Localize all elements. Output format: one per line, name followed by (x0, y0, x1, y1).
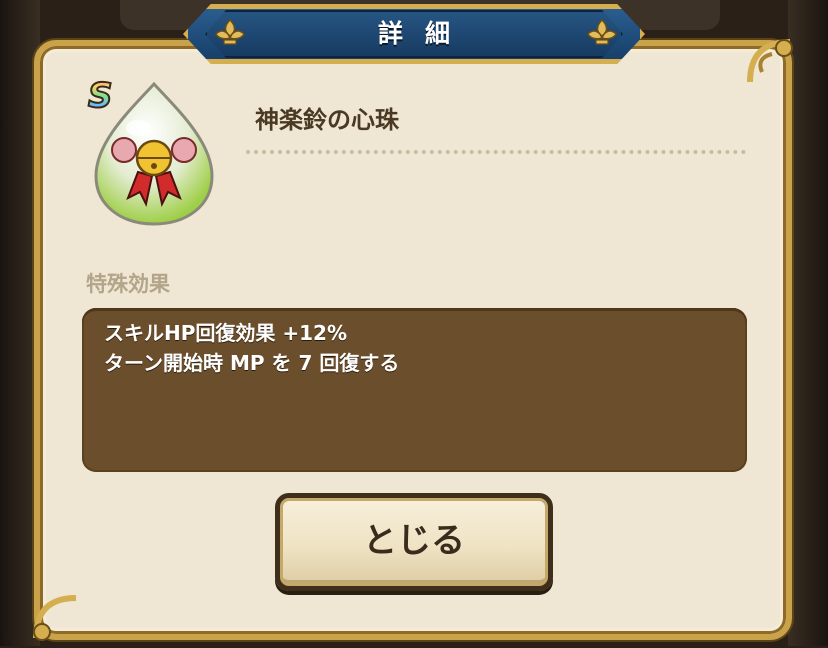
background-right (788, 0, 828, 646)
effect-line: ターン開始時 MP を 7 回復する (104, 351, 400, 375)
effect-label: 特殊効果 (86, 272, 170, 296)
item-name: 神楽鈴の心珠 (255, 106, 399, 134)
dialog-title: 詳細 (377, 19, 472, 48)
rank-badge: S (87, 75, 113, 117)
close-button[interactable]: とじる (275, 493, 553, 591)
effect-line: スキルHP回復効果 +12% (104, 321, 347, 345)
effect-box: スキルHP回復効果 +12% ターン開始時 MP を 7 回復する (82, 308, 747, 472)
close-button-label: とじる (363, 521, 465, 561)
fleur-de-lis-icon (215, 18, 245, 45)
corner-ornament-icon (33, 595, 77, 641)
fleur-de-lis-icon (587, 18, 617, 45)
corner-ornament-icon (747, 39, 793, 83)
divider (246, 150, 746, 154)
